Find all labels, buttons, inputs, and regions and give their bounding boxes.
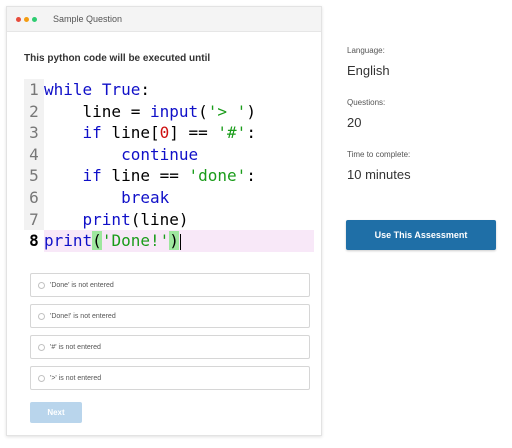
minimize-dot-icon <box>24 16 29 22</box>
line-number: 8 <box>24 230 44 252</box>
code-line-4: 4 continue <box>24 143 314 166</box>
answer-option[interactable]: 'Done!' is not entered <box>30 304 310 328</box>
code-line-8: 8 print('Done!') <box>24 230 314 252</box>
code-block: 1 while True: 2 line = input('> ') 3 if l… <box>24 79 314 252</box>
assessment-info: Language: English Questions: 20 Time to … <box>347 46 411 202</box>
next-button[interactable]: Next <box>30 402 82 423</box>
question-card: Sample Question This python code will be… <box>6 6 322 436</box>
language-value: English <box>347 63 390 78</box>
code-line-7: 7 print(line) <box>24 208 314 231</box>
line-number: 5 <box>24 165 44 187</box>
language-label: Language: <box>347 46 385 55</box>
code-line-3: 3 if line[0] == '#': <box>24 122 314 144</box>
code-line-2: 2 line = input('> ') <box>24 100 314 123</box>
answer-option[interactable]: '>' is not entered <box>30 366 310 390</box>
answer-option[interactable]: '#' is not entered <box>30 335 310 359</box>
line-number: 1 <box>24 79 44 101</box>
questions-value: 20 <box>347 115 362 130</box>
close-dot-icon <box>16 16 21 22</box>
option-label: 'Done!' is not entered <box>50 312 116 320</box>
line-number: 4 <box>24 143 44 166</box>
option-label: '>' is not entered <box>50 374 102 382</box>
line-number: 7 <box>24 208 44 231</box>
question-text: This python code will be executed until <box>24 53 211 64</box>
code-line-1: 1 while True: <box>24 79 314 101</box>
radio-icon[interactable] <box>38 343 45 351</box>
card-header: Sample Question <box>7 7 321 32</box>
answer-option[interactable]: 'Done' is not entered <box>30 273 310 297</box>
use-assessment-button[interactable]: Use This Assessment <box>346 220 496 250</box>
option-label: 'Done' is not entered <box>50 281 114 289</box>
time-value: 10 minutes <box>347 167 411 182</box>
card-title: Sample Question <box>53 14 123 24</box>
code-line-6: 6 break <box>24 186 314 209</box>
radio-icon[interactable] <box>38 312 45 320</box>
radio-icon[interactable] <box>38 374 45 382</box>
line-number: 2 <box>24 100 44 123</box>
line-number: 6 <box>24 186 44 209</box>
questions-label: Questions: <box>347 98 386 107</box>
option-label: '#' is not entered <box>50 343 101 351</box>
radio-icon[interactable] <box>38 281 45 289</box>
answer-options: 'Done' is not entered 'Done!' is not ent… <box>30 273 310 397</box>
text-cursor <box>179 233 182 250</box>
line-number: 3 <box>24 122 44 144</box>
time-label: Time to complete: <box>347 150 411 159</box>
maximize-dot-icon <box>32 16 37 22</box>
code-line-5: 5 if line == 'done': <box>24 165 314 187</box>
